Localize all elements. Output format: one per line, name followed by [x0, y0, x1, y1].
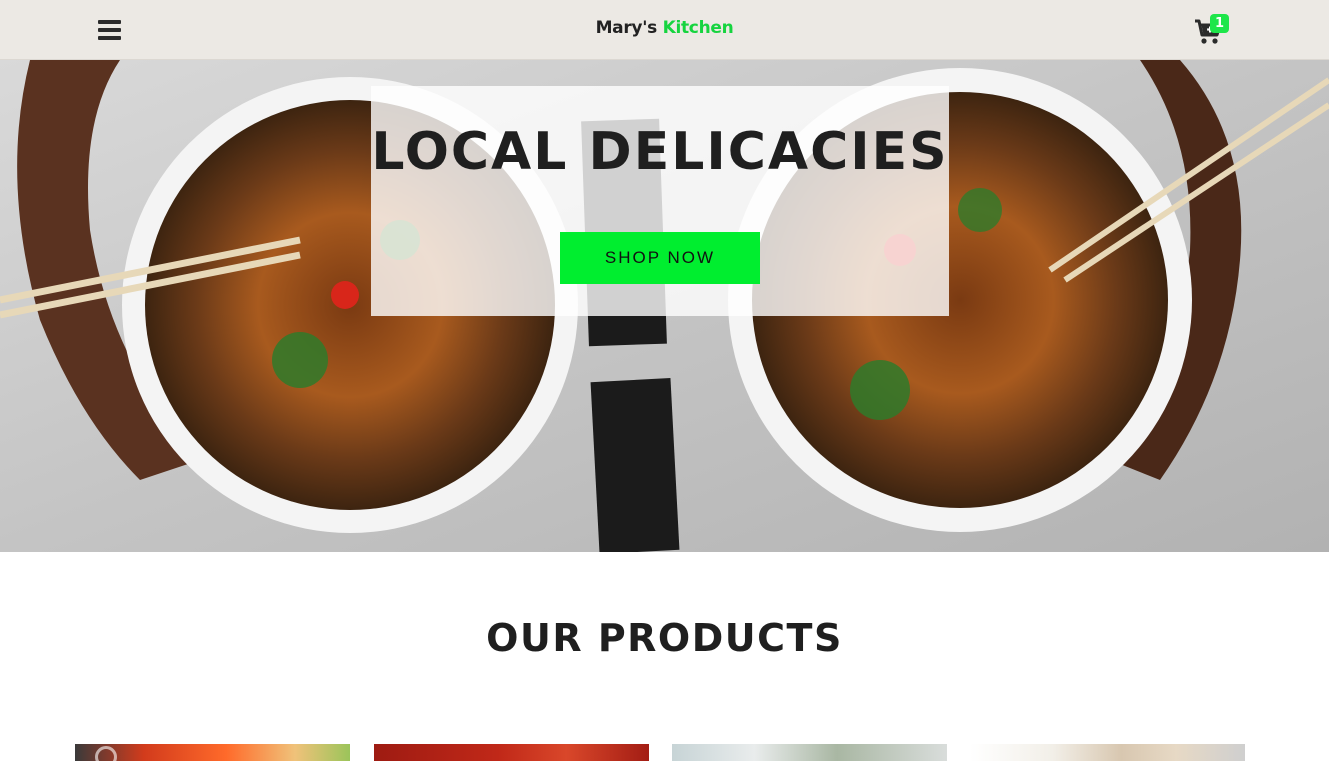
cart-button[interactable]: 1: [1192, 14, 1232, 48]
product-card-image[interactable]: [75, 744, 350, 761]
product-card-image[interactable]: [374, 744, 649, 761]
product-card-image[interactable]: [970, 744, 1245, 761]
shop-now-button[interactable]: SHOP NOW: [560, 232, 760, 284]
hero-title: LOCAL DELICACIES: [371, 122, 949, 182]
cart-count-badge: 1: [1210, 14, 1229, 33]
hero-banner: LOCAL DELICACIES SHOP NOW: [0, 60, 1329, 552]
products-heading: OUR PRODUCTS: [486, 616, 843, 660]
product-card-image[interactable]: [672, 744, 947, 761]
top-navbar: Mary's Kitchen 1: [0, 0, 1329, 60]
hero-overlay-card: LOCAL DELICACIES SHOP NOW: [371, 86, 949, 316]
brand-logo[interactable]: Mary's Kitchen: [0, 18, 1329, 38]
brand-name-first: Mary's: [595, 18, 658, 38]
brand-name-accent: Kitchen: [662, 18, 734, 38]
